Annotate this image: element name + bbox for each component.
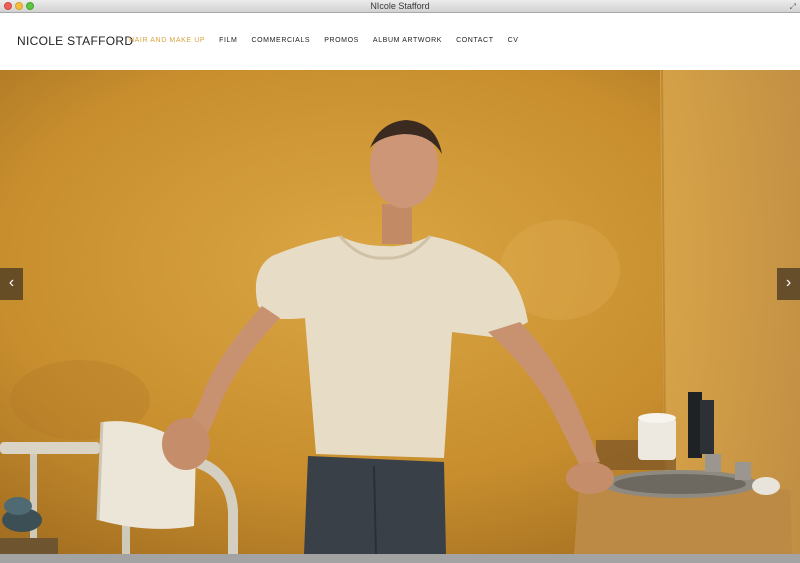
nav-item-album-artwork[interactable]: ALBUM ARTWORK [373,37,442,44]
nav-item-contact[interactable]: CONTACT [456,37,494,44]
hero-photo [0,70,800,554]
window-titlebar: NIcole Stafford ⤢ [0,0,800,13]
next-slide-button[interactable]: › [777,268,800,300]
window-bottom-bar [0,554,800,563]
chevron-right-icon: › [785,274,792,291]
hero-slideshow: ‹ › [0,70,800,554]
nav-item-film[interactable]: FILM [219,37,237,44]
nav-item-commercials[interactable]: COMMERCIALS [251,37,310,44]
fullscreen-icon[interactable]: ⤢ [790,2,796,11]
nav-item-promos[interactable]: PROMOS [324,37,359,44]
chevron-left-icon: ‹ [8,274,15,291]
site-header: NICOLE STAFFORD HAIR AND MAKE UP FILM CO… [0,13,800,70]
main-nav: HAIR AND MAKE UP FILM COMMERCIALS PROMOS… [129,37,533,44]
site-logo[interactable]: NICOLE STAFFORD [17,34,133,48]
nav-item-hair-and-make-up[interactable]: HAIR AND MAKE UP [129,37,205,44]
window-title: NIcole Stafford [370,1,430,11]
nav-item-cv[interactable]: CV [508,37,519,44]
prev-slide-button[interactable]: ‹ [0,268,23,300]
